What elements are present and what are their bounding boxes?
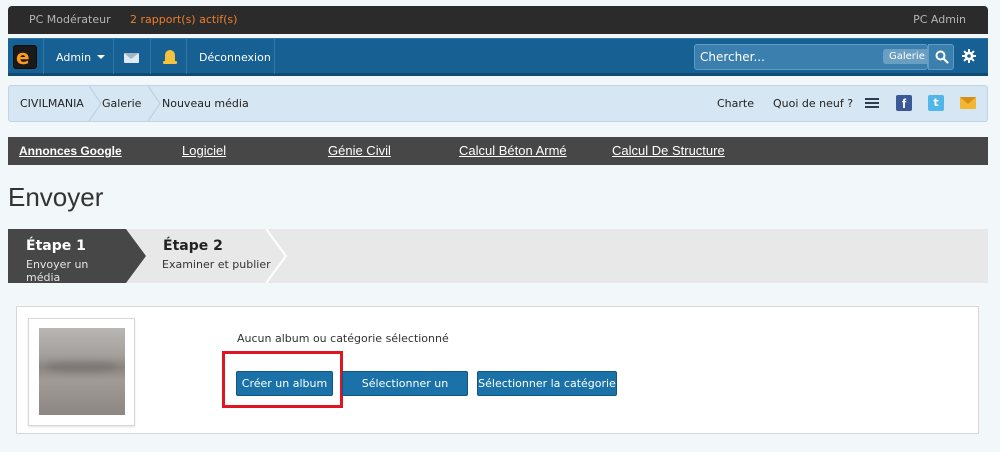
upload-panel: Aucun album ou catégorie sélectionné Cré…	[16, 306, 979, 434]
step-2-subtitle: Examiner et publier	[162, 258, 271, 271]
nav-divider	[113, 39, 114, 74]
step-2-title: Étape 2	[163, 238, 223, 254]
user-menu[interactable]: Admin	[56, 51, 106, 64]
step-2-arrow	[266, 229, 288, 283]
breadcrumb-item-home[interactable]: CIVILMANIA	[20, 97, 84, 110]
breadcrumb-item-gallery[interactable]: Galerie	[102, 97, 141, 110]
step-1: Étape 1 Envoyer un média	[8, 229, 126, 284]
ad-link-concrete-calc[interactable]: Calcul Béton Armé	[459, 143, 567, 158]
twitter-icon[interactable]: t	[928, 95, 944, 111]
search-input[interactable]: Chercher... Galerie	[694, 44, 931, 70]
ad-link-structure-calc[interactable]: Calcul De Structure	[612, 143, 725, 158]
search-button[interactable]	[928, 44, 954, 70]
logout-link[interactable]: Déconnexion	[199, 51, 271, 64]
select-album-button[interactable]: Sélectionner un album	[342, 371, 468, 413]
ads-label-link[interactable]: Annonces Google	[19, 144, 122, 158]
select-category-button[interactable]: Sélectionner la catégorie	[477, 371, 617, 396]
selection-status-text: Aucun album ou catégorie sélectionné	[237, 332, 449, 345]
moderator-bar: PC Modérateur 2 rapport(s) actif(s) PC A…	[8, 6, 988, 34]
nav-divider	[150, 39, 151, 74]
whats-new-link[interactable]: Quoi de neuf ?	[773, 97, 853, 110]
nav-divider	[43, 39, 44, 74]
active-reports-link[interactable]: 2 rapport(s) actif(s)	[130, 13, 237, 26]
ad-link-civil-engineering[interactable]: Génie Civil	[328, 143, 391, 158]
inbox-icon[interactable]	[124, 53, 139, 63]
site-logo-icon[interactable]: e	[13, 45, 37, 69]
moderator-link[interactable]: PC Modérateur	[29, 13, 111, 26]
nav-divider	[274, 39, 275, 74]
email-icon[interactable]	[960, 97, 976, 109]
list-icon[interactable]	[865, 98, 879, 108]
search-scope-badge[interactable]: Galerie	[883, 49, 931, 64]
google-ads-bar: Annonces Google Logiciel Génie Civil Cal…	[8, 137, 988, 165]
breadcrumb: CIVILMANIA Galerie Nouveau média Charte …	[8, 85, 988, 122]
search-icon	[935, 50, 949, 64]
gear-icon[interactable]	[962, 49, 976, 63]
page-title: Envoyer	[8, 182, 104, 212]
create-album-button[interactable]: Créer un album	[236, 371, 333, 396]
breadcrumb-separator-icon	[148, 86, 161, 121]
admin-link[interactable]: PC Admin	[913, 13, 966, 26]
alerts-bell-icon[interactable]	[163, 50, 177, 64]
breadcrumb-separator-icon	[89, 86, 102, 121]
step-1-title: Étape 1	[26, 238, 86, 254]
user-menu-label: Admin	[56, 51, 92, 64]
chevron-down-icon	[97, 55, 106, 59]
upload-steps: Étape 1 Envoyer un média Étape 2 Examine…	[8, 229, 988, 284]
ad-link-software[interactable]: Logiciel	[182, 143, 226, 158]
media-thumbnail-frame	[28, 318, 135, 426]
rules-link[interactable]: Charte	[717, 97, 754, 110]
facebook-icon[interactable]: f	[896, 95, 912, 111]
breadcrumb-item-current: Nouveau média	[162, 97, 249, 110]
nav-divider	[186, 39, 187, 74]
main-navbar: e Admin Déconnexion Chercher... Galerie	[8, 38, 988, 76]
step-1-subtitle: Envoyer un média	[26, 258, 89, 284]
search-placeholder: Chercher...	[700, 50, 765, 64]
step-1-arrow	[126, 229, 146, 283]
media-placeholder-image	[39, 328, 125, 415]
